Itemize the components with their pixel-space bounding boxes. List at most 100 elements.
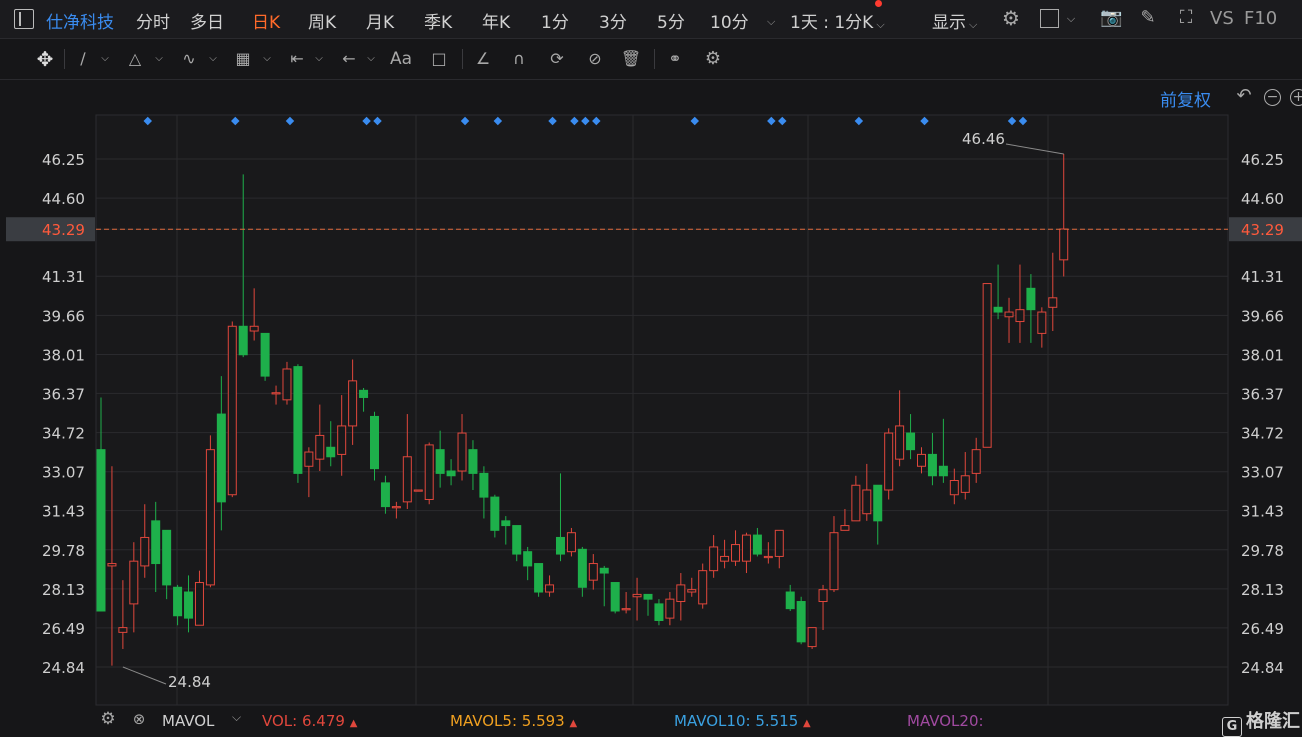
tab-period-10[interactable]: 10分 xyxy=(710,8,749,33)
tab-period-6[interactable]: 年K xyxy=(482,8,510,33)
display-menu[interactable]: 显示 ⌵ xyxy=(932,8,977,33)
candle-body xyxy=(960,475,970,493)
polyline-tool-chevron-icon[interactable]: ⌵ xyxy=(148,49,170,69)
y-tick-label-left: 26.49 xyxy=(42,620,85,638)
candle-body xyxy=(610,582,620,612)
candlestick-chart[interactable]: 46.25 44.60 43.29 41.31 39.66 38.01 36.37 34.72… xyxy=(0,80,1302,707)
camera-icon[interactable]: 📷 xyxy=(1100,8,1122,28)
y-tick-label-left: 38.01 xyxy=(42,347,85,365)
polyline-tool-icon[interactable]: △ xyxy=(124,49,146,69)
zoom-out-icon[interactable]: − xyxy=(1264,89,1281,106)
wave-tool-icon[interactable]: ∿ xyxy=(178,49,200,69)
candle-body xyxy=(840,525,850,531)
candle-body xyxy=(577,548,587,588)
candle-body xyxy=(238,325,248,356)
candle xyxy=(534,563,544,597)
indicator-name[interactable]: MAVOL xyxy=(162,712,214,730)
fullscreen-icon[interactable]: ⛶ xyxy=(1175,8,1197,28)
candle-body xyxy=(917,453,926,467)
candle xyxy=(293,364,303,483)
tab-period-4[interactable]: 月K xyxy=(366,8,394,33)
candle-body xyxy=(752,534,762,555)
f10-button[interactable]: F10 xyxy=(1244,8,1277,29)
settings-gear-icon[interactable]: ⚙ xyxy=(1000,8,1022,28)
candle-body xyxy=(271,392,281,395)
min-price-label: 24.84 xyxy=(168,673,211,691)
close-icon[interactable]: ⊗ xyxy=(128,709,150,729)
candle xyxy=(566,527,576,557)
candle-body xyxy=(260,332,270,377)
y-tick-label-left: 34.72 xyxy=(42,425,85,443)
eraser-tool-icon[interactable]: ∠ xyxy=(472,49,494,69)
undo-icon[interactable]: ↶ xyxy=(1233,86,1255,106)
trash-icon[interactable]: 🗑 xyxy=(620,49,642,69)
tab-period-2[interactable]: 日K xyxy=(252,8,280,33)
candle-body xyxy=(862,489,872,515)
tab-period-7[interactable]: 1分 xyxy=(541,8,569,33)
y-tick-label-right: 39.66 xyxy=(1241,307,1284,325)
candle-body xyxy=(184,591,194,619)
sync-tool-icon[interactable]: ⟳ xyxy=(546,49,568,69)
watermark: G 格隆汇 xyxy=(1222,707,1300,737)
vs-button[interactable]: VS xyxy=(1210,8,1234,29)
magnet-tool-icon[interactable]: ∩ xyxy=(508,49,530,69)
tab-period-5[interactable]: 季K xyxy=(424,8,452,33)
toolbar-divider xyxy=(462,49,463,69)
candle-body xyxy=(741,534,751,562)
measure-tool-icon[interactable]: ⇤ xyxy=(286,49,308,69)
candle-body xyxy=(687,589,697,593)
toolbar-settings-icon[interactable]: ⚙ xyxy=(702,49,724,69)
candle-body xyxy=(216,413,226,503)
y-tick-label-right: 41.31 xyxy=(1241,268,1284,286)
stock-name[interactable]: 仕净科技 xyxy=(46,8,114,33)
tab-period-9[interactable]: 5分 xyxy=(657,8,685,33)
y-tick-label-right: 44.60 xyxy=(1241,190,1284,208)
candle-body xyxy=(1015,309,1025,323)
sidebar-toggle-icon[interactable] xyxy=(14,9,34,29)
tab-period-1[interactable]: 多日 xyxy=(190,8,224,33)
more-periods-chevron[interactable]: ⌵ xyxy=(764,10,775,30)
line-tool-chevron-icon[interactable]: ⌵ xyxy=(94,49,116,69)
compare-overlay-icon[interactable]: ⚭ xyxy=(664,49,686,69)
overlay-chevron-icon[interactable]: ⌵ xyxy=(1060,9,1082,29)
candle-body xyxy=(676,584,686,603)
candle-body xyxy=(446,470,456,477)
candle-body xyxy=(807,627,817,648)
mavol5-value: MAVOL5: 5.593 ▲ xyxy=(450,712,577,730)
line-tool-icon[interactable]: ∕ xyxy=(72,49,94,69)
text-tool-icon[interactable]: Aa xyxy=(390,49,412,69)
adjust-mode-button[interactable]: 前复权 xyxy=(1160,86,1211,111)
candle-body xyxy=(555,536,565,555)
crosshair-move-icon[interactable]: ✥ xyxy=(34,49,56,69)
comment-tool-icon[interactable]: □ xyxy=(428,49,450,69)
zoom-in-icon[interactable]: + xyxy=(1290,89,1302,106)
candle xyxy=(413,489,423,492)
fibonacci-tool-icon[interactable]: ▦ xyxy=(232,49,254,69)
interval-selector[interactable]: 1天 : 1分K ⌵ xyxy=(790,8,885,33)
candle-body xyxy=(654,603,664,621)
fibonacci-tool-chevron-icon[interactable]: ⌵ xyxy=(256,49,278,69)
candle-body xyxy=(993,306,1003,313)
tab-period-3[interactable]: 周K xyxy=(308,8,336,33)
indicator-chevron-icon[interactable]: ⌵ xyxy=(232,710,241,725)
candle-body xyxy=(129,560,139,605)
pencil-icon[interactable]: ✎ xyxy=(1137,8,1159,28)
tab-period-8[interactable]: 3分 xyxy=(599,8,627,33)
measure-tool-chevron-icon[interactable]: ⌵ xyxy=(308,49,330,69)
candle-body xyxy=(501,520,511,527)
arrow-tool-icon[interactable]: ← xyxy=(338,49,360,69)
vol-value-label: VOL: 6.479 xyxy=(262,712,345,730)
y-tick-label-left: 28.13 xyxy=(42,581,85,599)
wave-tool-chevron-icon[interactable]: ⌵ xyxy=(202,49,224,69)
gear-icon[interactable]: ⚙ xyxy=(97,709,119,729)
candle-body xyxy=(1026,287,1036,311)
overlay-square-icon[interactable] xyxy=(1040,9,1059,28)
hide-drawings-icon[interactable]: ⊘ xyxy=(584,49,606,69)
y-tick-label-right: 26.49 xyxy=(1241,620,1284,638)
tab-period-0[interactable]: 分时 xyxy=(136,8,170,33)
candle-body xyxy=(523,551,533,567)
candle-body xyxy=(468,449,478,474)
candle-body xyxy=(96,449,106,612)
arrow-tool-chevron-icon[interactable]: ⌵ xyxy=(360,49,382,69)
candle-body xyxy=(731,544,741,562)
